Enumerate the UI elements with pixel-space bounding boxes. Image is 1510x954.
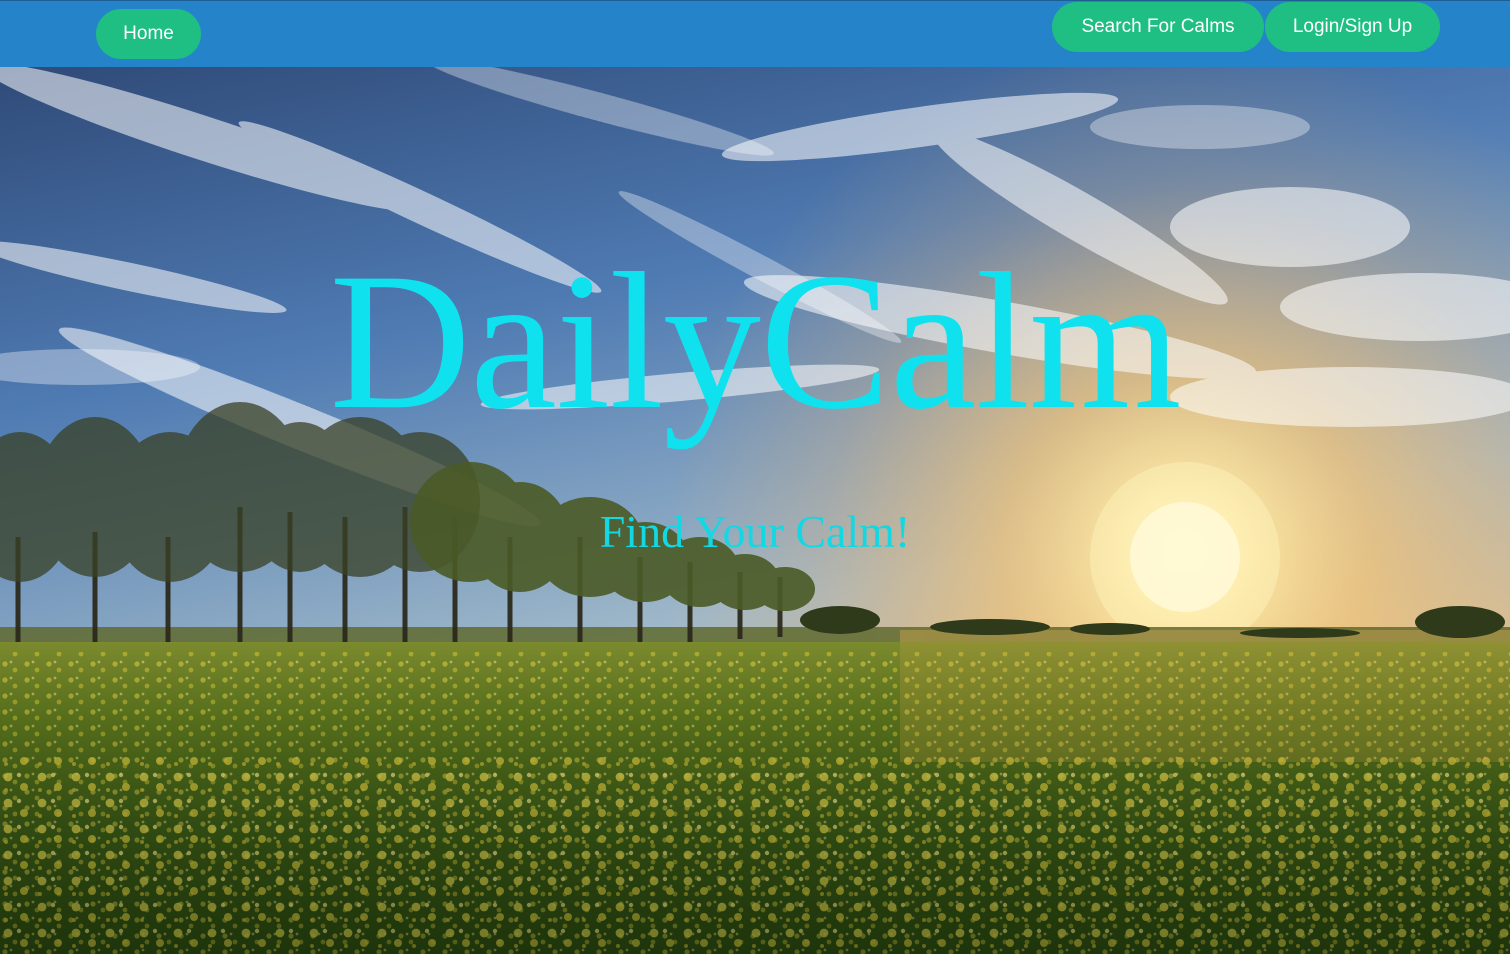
top-navbar: Home Search For Calms Login/Sign Up xyxy=(0,0,1510,67)
hero-section: DailyCalm Find Your Calm! xyxy=(0,67,1510,954)
home-button[interactable]: Home xyxy=(96,9,201,59)
login-signup-button[interactable]: Login/Sign Up xyxy=(1265,2,1440,52)
hero-tagline: Find Your Calm! xyxy=(599,506,911,557)
site-title: DailyCalm xyxy=(329,233,1181,450)
search-calms-button[interactable]: Search For Calms xyxy=(1052,2,1264,52)
page: Home Search For Calms Login/Sign Up Dail… xyxy=(0,0,1510,954)
